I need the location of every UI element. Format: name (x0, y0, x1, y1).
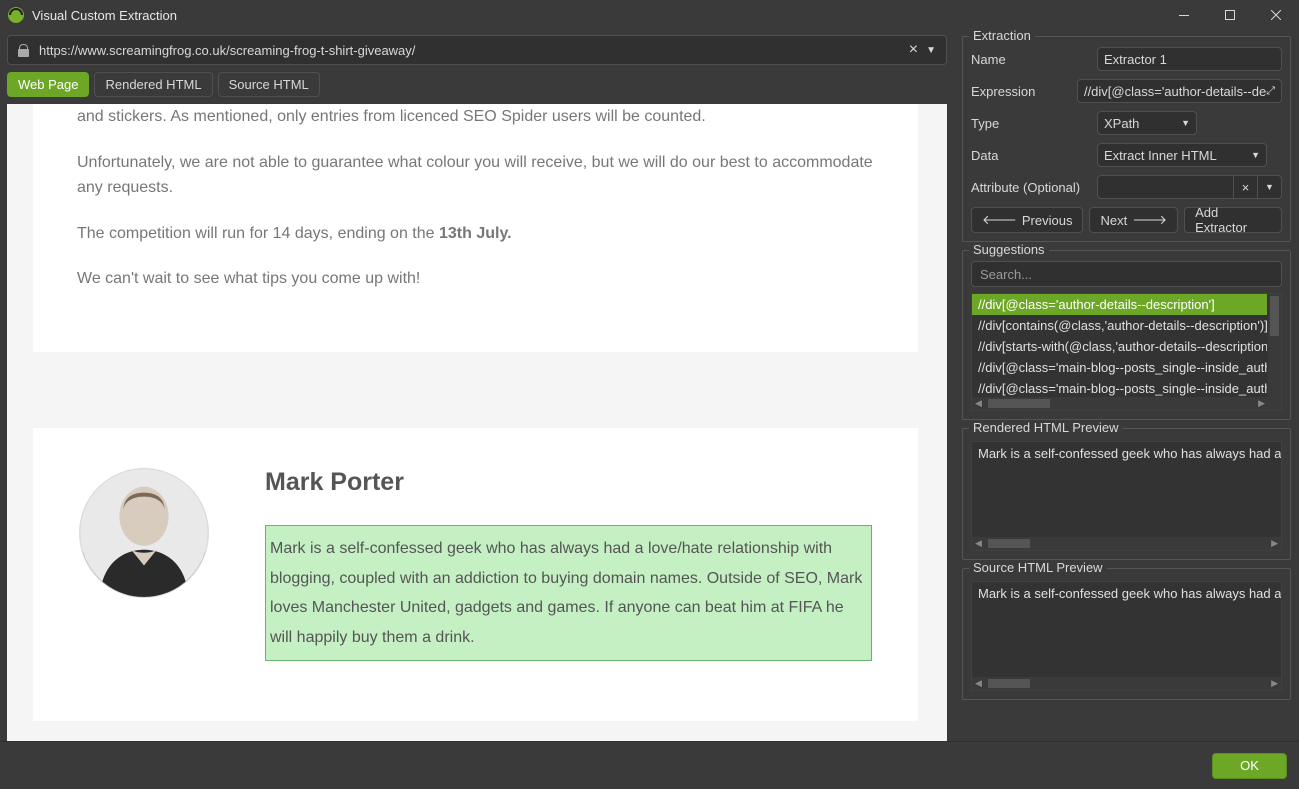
page-paragraph: We can't wait to see what tips you come … (77, 266, 874, 292)
browser-panel: https://www.screamingfrog.co.uk/screamin… (0, 30, 954, 741)
scrollbar-horizontal[interactable]: ◀▶ (972, 537, 1281, 550)
source-preview-fieldset: Source HTML Preview Mark is a self-confe… (962, 568, 1291, 700)
rendered-preview-legend: Rendered HTML Preview (969, 420, 1122, 435)
suggestion-item[interactable]: //div[@class='main-blog--posts_single--i… (972, 378, 1267, 399)
url-text: https://www.screamingfrog.co.uk/screamin… (39, 43, 909, 58)
tab-source-html[interactable]: Source HTML (218, 72, 320, 97)
window-controls (1161, 0, 1299, 30)
url-bar[interactable]: https://www.screamingfrog.co.uk/screamin… (7, 35, 947, 65)
page-paragraph: Unfortunately, we are not able to guaran… (77, 150, 874, 201)
data-select[interactable]: Extract Inner HTML▼ (1097, 143, 1267, 167)
expand-icon[interactable]: ⤢ (1266, 85, 1275, 98)
minimize-button[interactable] (1161, 0, 1207, 30)
source-preview-text: Mark is a self-confessed geek who has al… (972, 582, 1281, 605)
rendered-preview-box[interactable]: Mark is a self-confessed geek who has al… (971, 441, 1282, 551)
scrollbar-horizontal[interactable]: ◀▶ (972, 677, 1281, 690)
name-input[interactable]: Extractor 1 (1097, 47, 1282, 71)
scrollbar-vertical[interactable] (1268, 294, 1281, 397)
rendered-preview-fieldset: Rendered HTML Preview Mark is a self-con… (962, 428, 1291, 560)
tab-web-page[interactable]: Web Page (7, 72, 89, 97)
expression-label: Expression (971, 84, 1077, 99)
author-card: Mark Porter Mark is a self-confessed gee… (33, 428, 918, 721)
arrow-left-icon: 🡐 (982, 212, 1017, 228)
author-avatar (79, 468, 209, 598)
next-button[interactable]: Next🡒 (1089, 207, 1178, 233)
previous-button[interactable]: 🡐Previous (971, 207, 1083, 233)
extraction-fieldset: Extraction Name Extractor 1 Expression /… (962, 36, 1291, 242)
maximize-button[interactable] (1207, 0, 1253, 30)
suggestion-item[interactable]: //div[contains(@class,'author-details--d… (972, 315, 1267, 336)
chevron-down-icon: ▼ (1181, 118, 1190, 128)
attribute-input[interactable] (1097, 175, 1234, 199)
window-title: Visual Custom Extraction (32, 8, 177, 23)
ok-button[interactable]: OK (1212, 753, 1287, 779)
expression-input[interactable]: //div[@class='author-details--de⤢ (1077, 79, 1282, 103)
suggestions-list[interactable]: //div[@class='author-details--descriptio… (971, 293, 1282, 411)
source-preview-legend: Source HTML Preview (969, 560, 1107, 575)
attribute-label: Attribute (Optional) (971, 180, 1097, 195)
extraction-sidebar: Extraction Name Extractor 1 Expression /… (954, 30, 1299, 741)
name-label: Name (971, 52, 1097, 67)
type-label: Type (971, 116, 1097, 131)
page-paragraph: The competition will run for 14 days, en… (77, 221, 874, 247)
titlebar: Visual Custom Extraction (0, 0, 1299, 30)
suggestion-item[interactable]: //div[@class='author-details--descriptio… (972, 294, 1267, 315)
author-name: Mark Porter (265, 468, 872, 497)
lock-icon (18, 44, 29, 57)
attribute-dropdown-icon[interactable]: ▼ (1258, 175, 1282, 199)
chevron-down-icon: ▼ (1251, 150, 1260, 160)
scrollbar-horizontal[interactable]: ◀▶ (972, 397, 1268, 410)
page-paragraph: and stickers. As mentioned, only entries… (77, 104, 874, 130)
suggestion-item[interactable]: //div[@class='main-blog--posts_single--i… (972, 357, 1267, 378)
suggestions-legend: Suggestions (969, 242, 1049, 257)
author-bio-highlighted[interactable]: Mark is a self-confessed geek who has al… (265, 525, 872, 661)
suggestion-item[interactable]: //div[starts-with(@class,'author-details… (972, 336, 1267, 357)
suggestions-search-input[interactable]: Search... (971, 261, 1282, 287)
url-clear-icon[interactable]: × (909, 41, 918, 59)
view-tabs: Web Page Rendered HTML Source HTML (7, 72, 947, 97)
app-icon (8, 7, 24, 23)
source-preview-box[interactable]: Mark is a self-confessed geek who has al… (971, 581, 1282, 691)
data-label: Data (971, 148, 1097, 163)
extraction-legend: Extraction (969, 30, 1035, 43)
type-select[interactable]: XPath▼ (1097, 111, 1197, 135)
footer: OK (0, 741, 1299, 789)
tab-rendered-html[interactable]: Rendered HTML (94, 72, 212, 97)
rendered-preview-text: Mark is a self-confessed geek who has al… (972, 442, 1281, 465)
close-button[interactable] (1253, 0, 1299, 30)
arrow-right-icon: 🡒 (1132, 212, 1167, 228)
attribute-clear-icon[interactable]: × (1234, 175, 1258, 199)
url-history-dropdown-icon[interactable]: ▼ (926, 45, 936, 56)
suggestions-fieldset: Suggestions Search... //div[@class='auth… (962, 250, 1291, 420)
add-extractor-button[interactable]: Add Extractor (1184, 207, 1282, 233)
browser-viewport[interactable]: and stickers. As mentioned, only entries… (7, 104, 947, 741)
